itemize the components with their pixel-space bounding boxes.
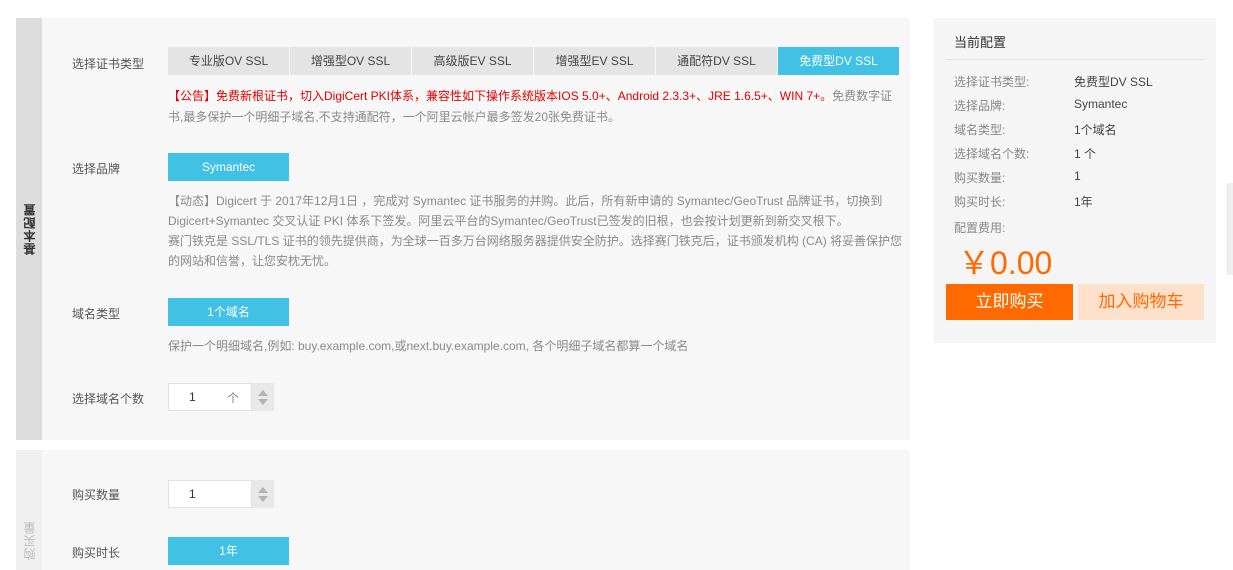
duration-label: 购买时长 <box>72 546 121 560</box>
qty-input[interactable]: 1 <box>168 480 252 508</box>
summary-row-label: 购买时长: <box>954 195 1006 209</box>
basic-config-panel: 基本配置 选择证书类型 专业版OV SSL 增强型OV SSL 高级版EV SS… <box>16 18 910 440</box>
domain-count-label: 选择域名个数 <box>72 392 145 406</box>
summary-row: 选择证书类型: 免费型DV SSL <box>954 73 1204 90</box>
decrement-arrow-icon[interactable] <box>258 495 268 502</box>
summary-row-value: 1年 <box>1074 195 1093 209</box>
summary-row-value: 1个域名 <box>1074 123 1117 137</box>
summary-row-value: 1 <box>1074 169 1081 183</box>
summary-row-label: 选择域名个数: <box>954 147 1030 161</box>
duration-option-1y[interactable]: 1年 <box>168 537 289 565</box>
summary-row: 选择品牌: Symantec <box>954 97 1204 114</box>
fee-label: 配置费用: <box>954 221 1006 235</box>
price-total: ￥0.00 <box>958 245 1053 281</box>
summary-divider <box>946 59 1204 60</box>
cert-type-option-free-dv[interactable]: 免费型DV SSL <box>778 47 900 75</box>
summary-title: 当前配置 <box>954 35 1007 50</box>
domain-count-arrows <box>252 383 274 411</box>
add-to-cart-button[interactable]: 加入购物车 <box>1078 284 1204 320</box>
brand-description-news: 【动态】Digicert 于 2017年12月1日 ，完成对 Symantec … <box>168 194 883 228</box>
summary-row: 域名类型: 1个域名 <box>954 121 1204 138</box>
cert-type-option-enhanced-ev[interactable]: 增强型EV SSL <box>534 47 656 75</box>
summary-row: 购买时长: 1年 <box>954 193 1204 210</box>
buy-now-button[interactable]: 立即购买 <box>946 284 1073 320</box>
purchase-tab-label: 购买量 <box>22 520 37 560</box>
purchase-tab: 购买量 <box>16 450 42 570</box>
cert-type-option-wildcard-dv[interactable]: 通配符DV SSL <box>656 47 778 75</box>
summary-row-label: 选择证书类型: <box>954 75 1030 89</box>
domain-count-unit: 个 <box>226 390 239 405</box>
brand-option-symantec[interactable]: Symantec <box>168 153 289 181</box>
cert-type-label: 选择证书类型 <box>72 57 145 71</box>
cert-notice-announcement: 【公告】免费新根证书，切入DigiCert PKI体系，兼容性如下操作系统版本I… <box>168 89 833 103</box>
summary-row-value: Symantec <box>1074 97 1128 111</box>
increment-arrow-icon[interactable] <box>258 486 268 493</box>
basic-config-tab: 基本配置 <box>16 18 42 440</box>
domain-count-stepper: 1 个 <box>168 383 274 411</box>
summary-row-value: 1 个 <box>1074 147 1097 161</box>
cert-type-option-pro-ov[interactable]: 专业版OV SSL <box>168 47 290 75</box>
qty-value: 1 <box>189 487 196 501</box>
cert-type-option-advanced-ev[interactable]: 高级版EV SSL <box>412 47 534 75</box>
summary-row: 选择域名个数: 1 个 <box>954 145 1204 162</box>
brand-description-about: 赛门铁克是 SSL/TLS 证书的领先提供商，为全球一百多万台网络服务器提供安全… <box>168 234 903 268</box>
scroll-edge-handle[interactable] <box>1227 183 1233 275</box>
summary-row-label: 域名类型: <box>954 123 1006 137</box>
domain-type-description: 保护一个明细域名,例如: buy.example.com,或next.buy.e… <box>168 339 689 353</box>
cert-type-option-enhanced-ov[interactable]: 增强型OV SSL <box>290 47 412 75</box>
purchase-panel: 购买量 购买数量 1 购买时长 1年 <box>16 450 910 570</box>
cert-notice: 【公告】免费新根证书，切入DigiCert PKI体系，兼容性如下操作系统版本I… <box>168 86 898 128</box>
brand-description: 【动态】Digicert 于 2017年12月1日 ，完成对 Symantec … <box>168 191 903 271</box>
qty-label: 购买数量 <box>72 488 121 502</box>
decrement-arrow-icon[interactable] <box>258 398 268 405</box>
summary-row-value: 免费型DV SSL <box>1074 75 1153 89</box>
qty-stepper: 1 <box>168 480 274 508</box>
qty-arrows <box>252 480 274 508</box>
brand-label: 选择品牌 <box>72 162 121 176</box>
cert-type-tabs: 专业版OV SSL 增强型OV SSL 高级版EV SSL 增强型EV SSL … <box>168 47 900 75</box>
summary-row: 购买数量: 1 <box>954 169 1204 186</box>
domain-count-value: 1 <box>189 390 196 404</box>
summary-row-label: 购买数量: <box>954 171 1006 185</box>
increment-arrow-icon[interactable] <box>258 389 268 396</box>
domain-type-label: 域名类型 <box>72 307 121 321</box>
summary-row-label: 选择品牌: <box>954 99 1006 113</box>
basic-config-tab-label: 基本配置 <box>22 203 37 255</box>
domain-count-input[interactable]: 1 个 <box>168 383 252 411</box>
domain-type-option-single[interactable]: 1个域名 <box>168 298 289 326</box>
config-summary: 当前配置 选择证书类型: 免费型DV SSL 选择品牌: Symantec 域名… <box>934 18 1216 343</box>
